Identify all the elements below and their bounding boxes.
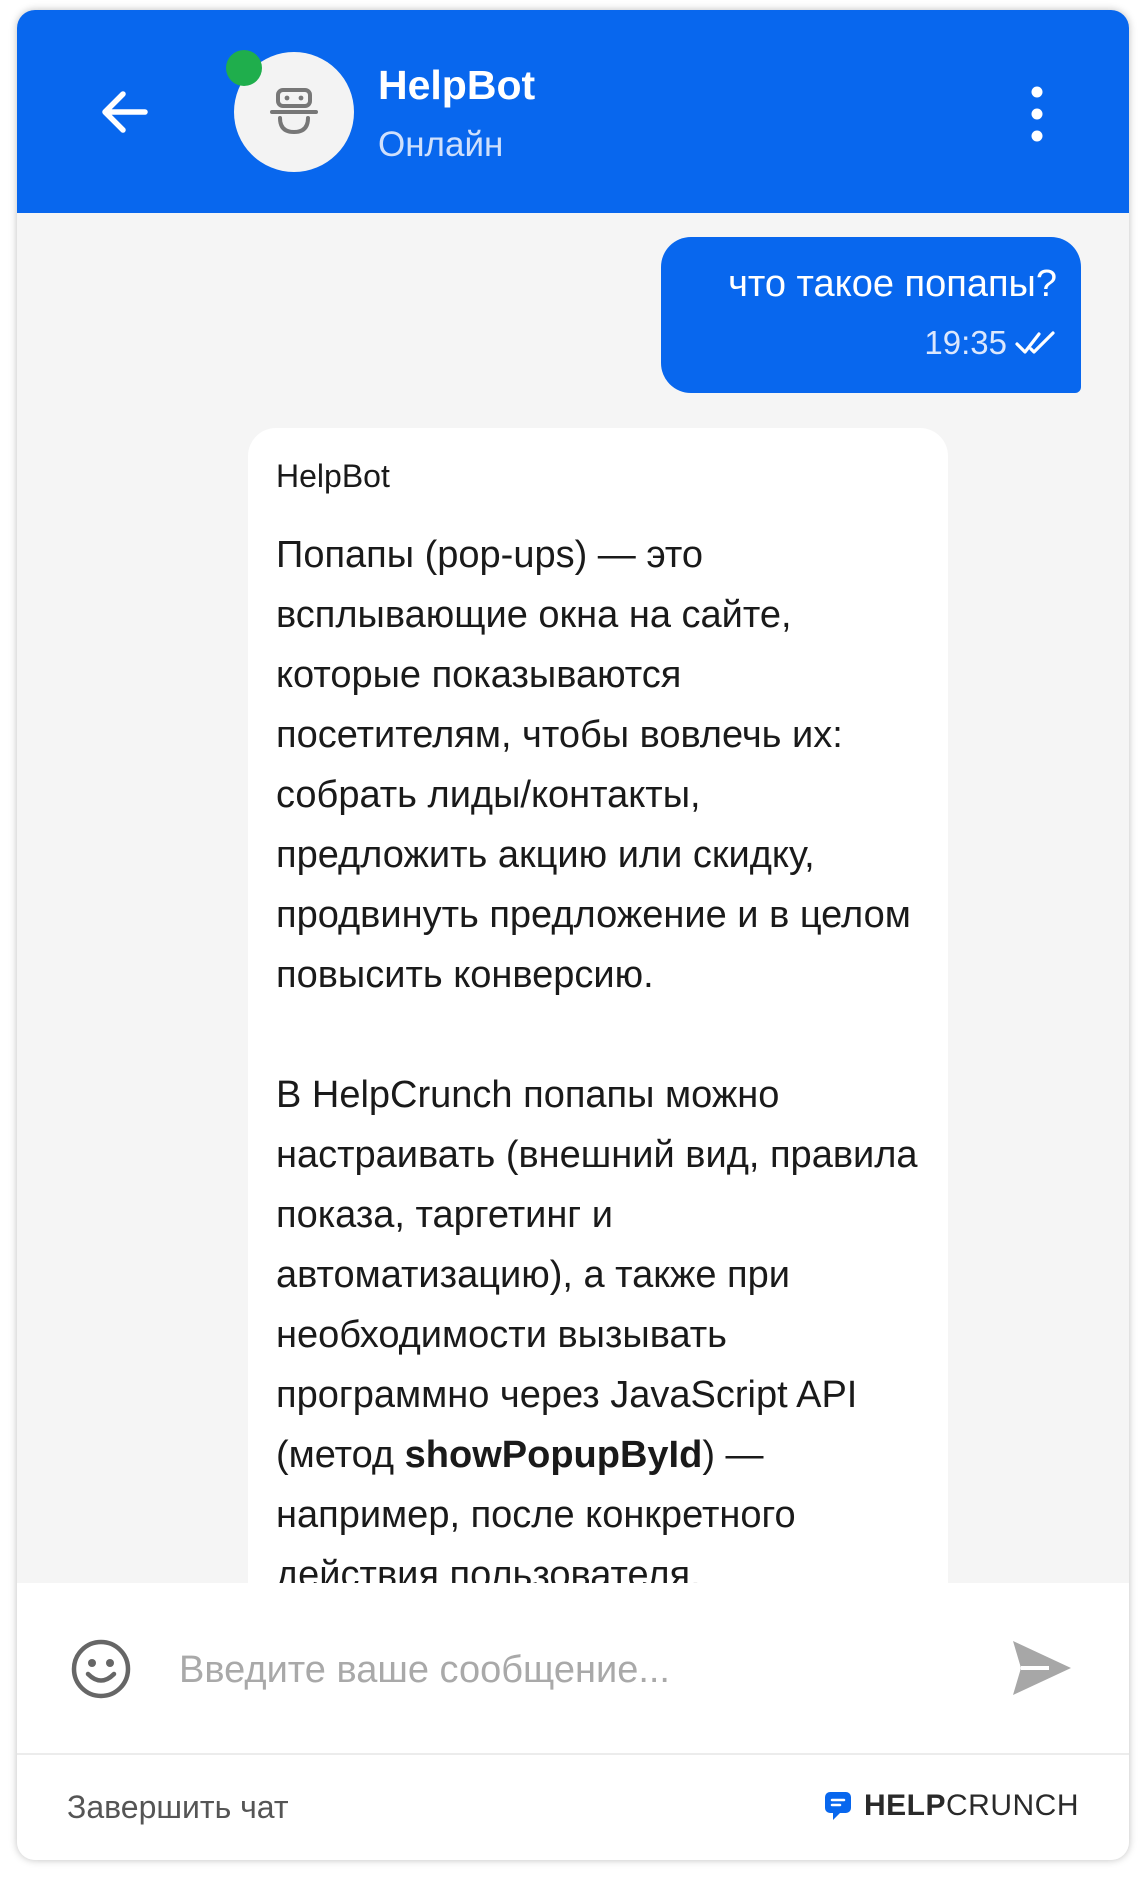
chat-widget: HelpBot Онлайн что такое попапы? 19:35 H… [17,10,1129,1860]
smiley-icon [71,1639,131,1699]
end-chat-button[interactable]: Завершить чат [67,1789,289,1826]
double-check-icon [1015,331,1055,354]
bot-paragraph: В HelpCrunch попапы можно настраивать (в… [276,1065,920,1583]
send-button[interactable] [1009,1637,1075,1699]
bot-status: Онлайн [378,125,504,164]
send-icon [1013,1641,1071,1695]
back-button[interactable] [95,82,155,142]
more-vertical-icon [1031,86,1043,142]
brand-name: HELPCRUNCH [864,1789,1079,1823]
chat-footer: Завершить чат HELPCRUNCH [17,1755,1129,1860]
message-meta: 19:35 [687,324,1057,362]
helpcrunch-brand-link[interactable]: HELPCRUNCH [824,1789,1079,1823]
bot-paragraph: Попапы (pop-ups) — это всплывающие окна … [276,534,911,996]
more-menu-button[interactable] [1017,82,1057,146]
user-message-text: что такое попапы? [728,263,1057,305]
bot-name: HelpBot [378,62,536,108]
emoji-button[interactable] [69,1637,133,1701]
helpcrunch-logo-icon [824,1792,851,1820]
bot-text-span: В HelpCrunch попапы можно настраивать (в… [276,1074,918,1476]
robot-icon [270,88,318,135]
message-list[interactable]: что такое попапы? 19:35 HelpBot Попапы (… [17,213,1129,1583]
user-message: что такое попапы? 19:35 [661,237,1081,393]
brand-name-bold: HELP [863,1789,946,1822]
brand-name-light: CRUNCH [946,1789,1079,1822]
message-composer [17,1583,1129,1755]
message-time: 19:35 [924,324,1007,361]
message-input[interactable] [177,1631,961,1709]
arrow-left-icon [102,91,148,133]
api-method-name: showPopupById [404,1434,703,1476]
bot-message: HelpBot Попапы (pop-ups) — это всплывающ… [248,428,948,1583]
chat-header: HelpBot Онлайн [17,10,1129,213]
online-indicator [226,50,262,86]
bot-message-text: Попапы (pop-ups) — это всплывающие окна … [276,525,920,1583]
bot-message-sender: HelpBot [276,458,390,494]
bot-avatar [226,50,354,172]
